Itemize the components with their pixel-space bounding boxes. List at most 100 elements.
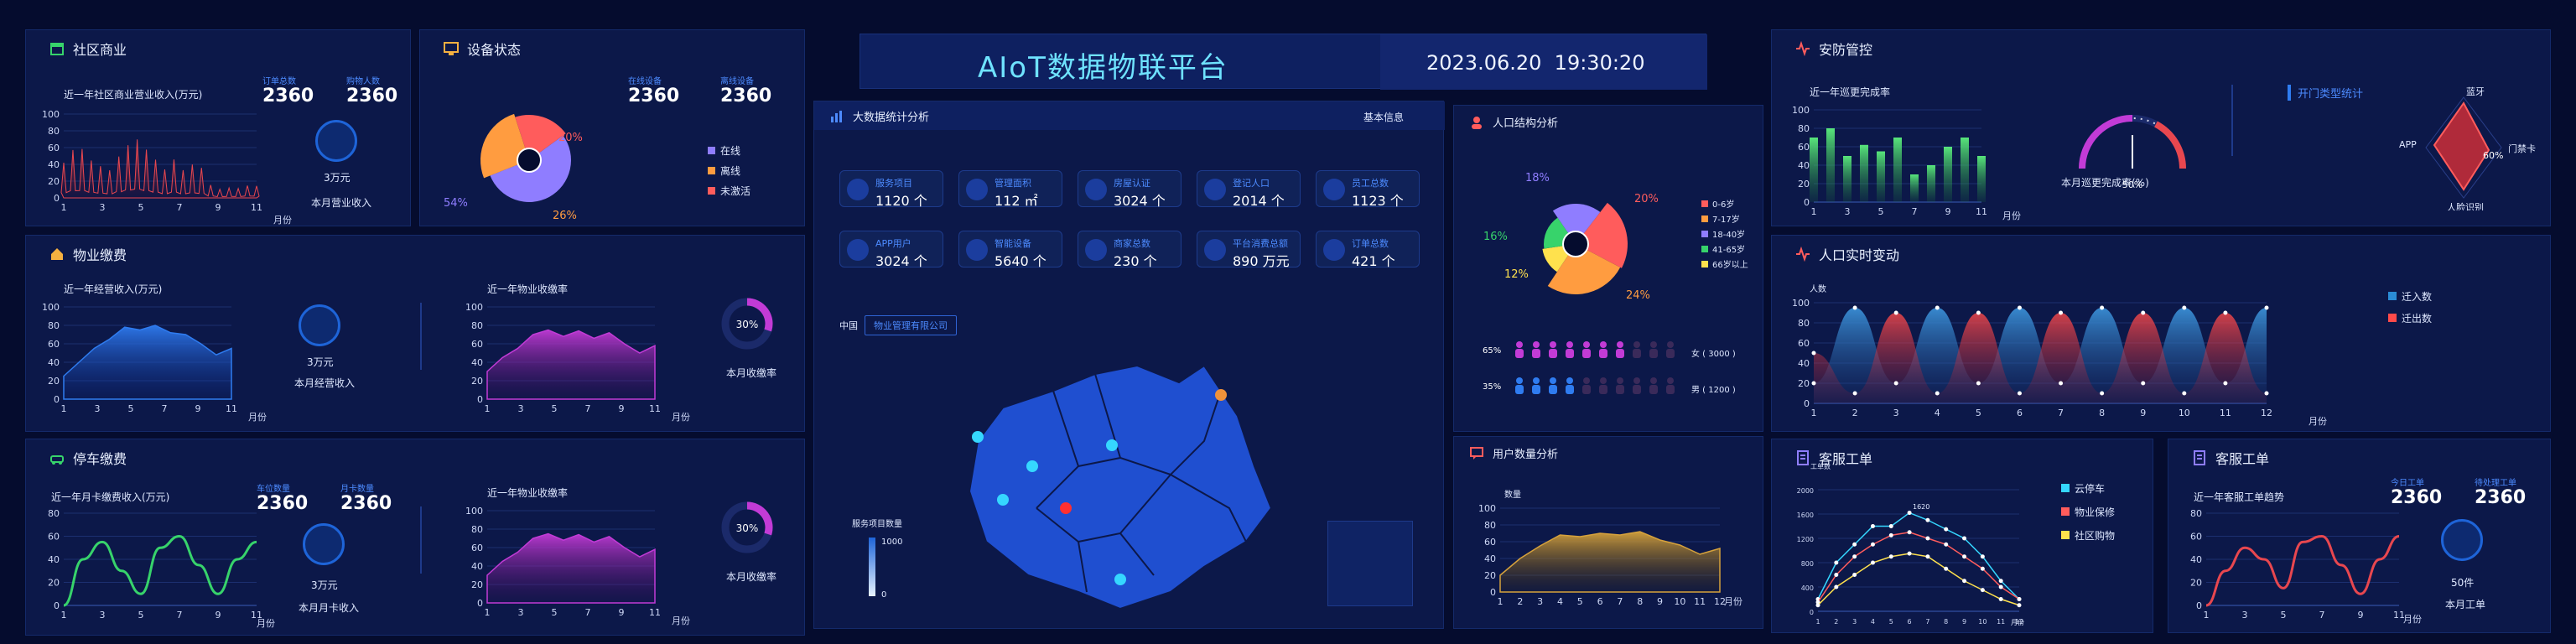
stat-card[interactable]: 服务项目 1120 个 [839,170,943,209]
panel-service-trend: 客服工单 近一年客服工单趋势 今日工单 2360 待处理工单 2360 50件 … [2168,439,2551,633]
panel-title: 用户数量分析 [1469,445,1558,461]
map-marker[interactable] [1114,574,1126,585]
data-point [1870,542,1875,547]
map-marker[interactable] [1215,389,1227,401]
y-tick-label: 0 [1804,398,1810,409]
series-line [1817,531,2020,603]
stat-card[interactable]: APP用户 3024 个 [839,231,943,269]
y-tick-label: 20 [48,376,60,387]
stat-card[interactable]: 登记人口 2014 个 [1197,170,1301,209]
legend-item: 18-40岁 [1701,228,1748,243]
y-tick-label: 40 [48,357,60,368]
chat-icon [1469,446,1484,461]
badge-label: 本月月卡收入 [299,602,360,614]
panel-title-text: 停车缴费 [73,451,127,467]
legend-item: 云停车 [2061,477,2115,501]
badge-label: 本月经营收入 [294,377,356,389]
stat1-label: 订单总数 [262,77,296,86]
stat-card[interactable]: 智能设备 5640 个 [958,231,1062,269]
x-tick-label: 3 [1852,618,1857,626]
map-region[interactable] [968,364,1273,609]
data-point [2017,391,2022,396]
x-tick-label: 5 [128,403,134,414]
stat-card[interactable]: 房屋认证 3024 个 [1078,170,1182,209]
series-line [2205,534,2400,607]
panel-device: 设备状态 在线设备 2360 离线设备 2360 20% 26% 54% 在线 … [419,29,805,226]
panel-title-text: 人口结构分析 [1493,117,1559,130]
x-tick-label: 3 [518,607,524,618]
x-tick-label: 7 [177,610,183,621]
x-tick-label: 11 [649,403,661,414]
card-icon [966,179,988,200]
y-tick-label: 60 [471,543,483,553]
x-tick-label: 12 [2261,408,2272,418]
legend-item: 离线 [708,161,750,181]
data-point [2141,381,2146,386]
badge-icon [315,120,357,162]
y-title: 工单数 [1810,463,1831,470]
map-marker[interactable] [997,494,1009,506]
y-tick-label: 80 [471,524,483,535]
x-tick-label: 1 [485,403,491,414]
card-icon [1085,179,1107,200]
map-marker[interactable] [1060,502,1072,514]
panel-users: 用户数量分析 数量 0 20 40 60 80 100 1 2 3 4 5 6 7 8 9 10 11 12 月份 [1453,436,1763,629]
card-value: 112 ㎡ [995,193,1038,209]
x-tick-label: 11 [1997,618,2005,626]
security-bar-chart: 0 20 40 60 80 100 1 3 5 7 9 11 月份 [1792,105,2021,221]
legend-item: 7-17岁 [1701,213,1748,228]
panel-title-text: 设备状态 [467,42,522,58]
y-tick-label: 0 [1490,587,1496,598]
person-icon [1530,377,1543,398]
map-marker[interactable] [1026,460,1038,472]
service-trend-chart: 0204060801 3 5 7 9 11 月份 [2190,508,2422,625]
x-tick-label: 1 [1815,618,1820,626]
stat-card[interactable]: 商家总数 230 个 [1078,231,1182,269]
map-marker[interactable] [972,431,984,443]
region-map[interactable] [953,340,1305,609]
data-point [2100,391,2105,396]
series-area [486,532,656,604]
stat-card[interactable]: 管理面积 112 ㎡ [958,170,1062,209]
x-tick-label: 7 [162,403,168,414]
panel-title-text: 客服工单 [2215,451,2270,467]
data-point [1944,527,1949,532]
legend-item: 迁出数 [2388,308,2432,330]
x-tick-label: 9 [619,403,625,414]
stat-card[interactable]: 平台消费总额 890 万元 [1197,231,1301,269]
monitor-icon [444,41,459,56]
legend-min: 0 [881,590,887,600]
bar [1843,156,1852,202]
person-icon [1563,340,1576,362]
person-icon [1580,340,1593,362]
data-point [1893,310,1898,315]
y-tick-label: 60 [2190,532,2202,543]
card-icon [1323,239,1345,261]
series-area [486,329,656,400]
map-marker[interactable] [1106,439,1118,451]
x-tick-label: 3 [100,610,106,621]
panel-title: 人口实时变动 [1795,244,1899,264]
stat-card[interactable]: 订单总数 421 个 [1316,231,1420,269]
data-point [2182,305,2187,310]
x-tick-label: 1 [61,610,67,621]
y-tick-label: 80 [471,320,483,331]
panel-title: 安防管控 [1795,39,1872,59]
x-tick-label: 5 [1976,408,1981,418]
x-tick-label: 7 [177,202,183,213]
gauge-label: 本月收缴率 [726,571,777,583]
tab-basic-info[interactable]: 基本信息 [1363,110,1404,124]
data-point [1815,603,1820,608]
radar-label: APP [2399,139,2417,150]
card-icon [1204,239,1226,261]
y-tick-label: 0 [54,394,60,405]
panel-title: 停车缴费 [49,448,127,468]
stat-card[interactable]: 员工总数 1123 个 [1316,170,1420,209]
breadcrumb-root[interactable]: 中国 [839,319,858,332]
users-chart: 0204060801001 2 3 4 5 6 7 8 9 10 11 12 月份 [1478,503,1742,607]
y-tick-label: 60 [48,143,60,153]
breadcrumb-current[interactable]: 物业管理有限公司 [865,315,957,335]
data-point [2017,597,2022,601]
legend-gradient [869,538,875,596]
data-point [1980,566,1985,571]
